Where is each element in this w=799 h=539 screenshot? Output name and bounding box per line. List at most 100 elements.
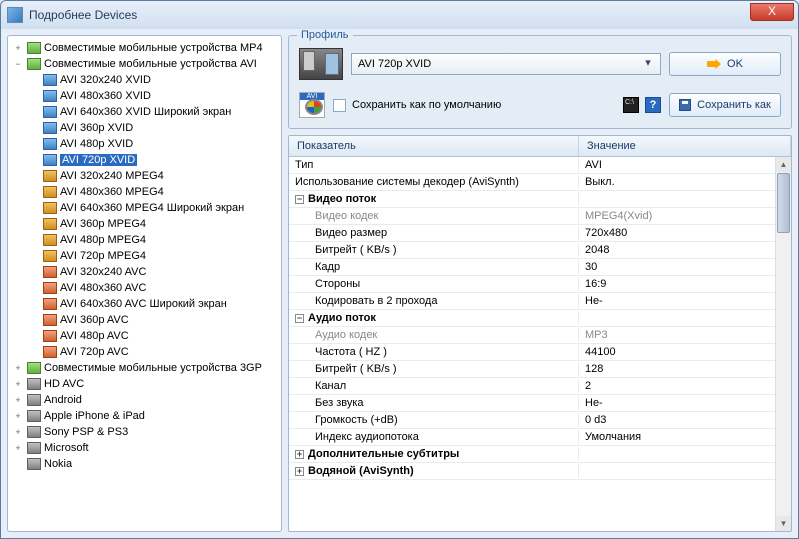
close-button[interactable]: X xyxy=(750,3,794,21)
tree-group[interactable]: − Совместимые мобильные устройства AVI xyxy=(10,56,279,72)
table-body[interactable]: ТипAVIИспользование системы декодер (Avi… xyxy=(289,157,791,531)
group-expander-icon[interactable]: + xyxy=(295,467,304,476)
tree-group[interactable]: +Microsoft xyxy=(10,440,279,456)
property-key: Индекс аудиопотока xyxy=(289,430,579,444)
video-icon xyxy=(43,154,57,166)
video-icon xyxy=(43,202,57,214)
tree-item[interactable]: AVI 640x360 MPEG4 Широкий экран xyxy=(10,200,279,216)
property-value: 2048 xyxy=(579,243,791,257)
tree-label: HD AVC xyxy=(44,378,84,390)
table-row[interactable]: Канал2 xyxy=(289,378,791,395)
table-row[interactable]: Индекс аудиопотокаУмолчания xyxy=(289,429,791,446)
property-value: 0 d3 xyxy=(579,413,791,427)
tree-label: AVI 480x360 XVID xyxy=(60,90,151,102)
table-row[interactable]: Видео кодекMPEG4(Xvid) xyxy=(289,208,791,225)
tree-item[interactable]: AVI 480p XVID xyxy=(10,136,279,152)
tree-item[interactable]: AVI 360p XVID xyxy=(10,120,279,136)
tree-label: AVI 320x240 AVC xyxy=(60,266,146,278)
folder-icon xyxy=(27,42,41,54)
tree-item[interactable]: AVI 480p AVC xyxy=(10,328,279,344)
group-expander-icon[interactable]: − xyxy=(295,314,304,323)
titlebar[interactable]: Подробнее Devices X xyxy=(1,1,798,29)
table-row[interactable]: Стороны16:9 xyxy=(289,276,791,293)
expander-icon[interactable]: − xyxy=(12,59,24,69)
tree-item[interactable]: AVI 480p MPEG4 xyxy=(10,232,279,248)
property-key: Частота ( HZ ) xyxy=(289,345,579,359)
tree-item[interactable]: AVI 720p XVID xyxy=(10,152,279,168)
tree-item[interactable]: AVI 720p MPEG4 xyxy=(10,248,279,264)
expander-icon[interactable]: + xyxy=(12,379,24,389)
tree-group[interactable]: +Sony PSP & PS3 xyxy=(10,424,279,440)
table-row[interactable]: ТипAVI xyxy=(289,157,791,174)
profile-select[interactable]: AVI 720p XVID xyxy=(351,53,661,75)
video-icon xyxy=(43,186,57,198)
tree-item[interactable]: AVI 360p AVC xyxy=(10,312,279,328)
console-icon[interactable] xyxy=(623,97,639,113)
tree-item[interactable]: AVI 320x240 AVC xyxy=(10,264,279,280)
group-expander-icon[interactable]: + xyxy=(295,450,304,459)
ok-button[interactable]: OK xyxy=(669,52,781,76)
help-icon[interactable]: ? xyxy=(645,97,661,113)
save-as-button[interactable]: Сохранить как xyxy=(669,93,781,117)
property-value: MP3 xyxy=(579,328,791,342)
column-value[interactable]: Значение xyxy=(579,136,791,156)
save-default-checkbox[interactable] xyxy=(333,99,346,112)
property-value: 2 xyxy=(579,379,791,393)
table-row[interactable]: Использование системы декодер (AviSynth)… xyxy=(289,174,791,191)
table-row[interactable]: Аудио кодекMP3 xyxy=(289,327,791,344)
right-panel: Профиль AVI 720p XVID OK Сохранить xyxy=(288,35,792,532)
property-key: + Дополнительные субтитры xyxy=(289,447,579,461)
tree-group[interactable]: Nokia xyxy=(10,456,279,472)
tree-label: Совместимые мобильные устройства AVI xyxy=(44,58,257,70)
expander-icon[interactable]: + xyxy=(12,427,24,437)
tree-item[interactable]: AVI 480x360 XVID xyxy=(10,88,279,104)
expander-icon[interactable]: + xyxy=(12,395,24,405)
tree-item[interactable]: AVI 320x240 XVID xyxy=(10,72,279,88)
tree-item[interactable]: AVI 320x240 MPEG4 xyxy=(10,168,279,184)
table-row[interactable]: Битрейт ( KB/s )2048 xyxy=(289,242,791,259)
scroll-up-icon[interactable]: ▲ xyxy=(776,157,791,172)
device-tree[interactable]: +Совместимые мобильные устройства MP4 − Со… xyxy=(7,35,282,532)
video-icon xyxy=(43,314,57,326)
video-icon xyxy=(43,346,57,358)
table-row[interactable]: Кодировать в 2 проходаНе- xyxy=(289,293,791,310)
tree-item[interactable]: AVI 480x360 MPEG4 xyxy=(10,184,279,200)
save-icon xyxy=(679,99,691,111)
video-icon xyxy=(43,282,57,294)
table-row[interactable]: − Видео поток xyxy=(289,191,791,208)
expander-icon[interactable]: + xyxy=(12,443,24,453)
table-row[interactable]: Частота ( HZ )44100 xyxy=(289,344,791,361)
expander-icon[interactable]: + xyxy=(12,411,24,421)
tree-item[interactable]: AVI 480x360 AVC xyxy=(10,280,279,296)
tree-label: AVI 480p AVC xyxy=(60,330,129,342)
tree-group[interactable]: +Совместимые мобильные устройства 3GP xyxy=(10,360,279,376)
tree-group[interactable]: + HD AVC xyxy=(10,376,279,392)
save-default-label: Сохранить как по умолчанию xyxy=(352,99,501,111)
property-value: Умолчания xyxy=(579,430,791,444)
tree-item[interactable]: AVI 640x360 XVID Широкий экран xyxy=(10,104,279,120)
tree-label: AVI 720p XVID xyxy=(60,154,137,166)
property-key: Громкость (+dB) xyxy=(289,413,579,427)
tree-item[interactable]: AVI 360p MPEG4 xyxy=(10,216,279,232)
table-row[interactable]: − Аудио поток xyxy=(289,310,791,327)
scroll-thumb[interactable] xyxy=(777,173,790,233)
table-row[interactable]: + Дополнительные субтитры xyxy=(289,446,791,463)
table-row[interactable]: + Водяной (AviSynth) xyxy=(289,463,791,480)
property-key: − Видео поток xyxy=(289,192,579,206)
table-row[interactable]: Битрейт ( KB/s )128 xyxy=(289,361,791,378)
expander-icon[interactable]: + xyxy=(12,43,24,53)
tree-group[interactable]: +Совместимые мобильные устройства MP4 xyxy=(10,40,279,56)
tree-item[interactable]: AVI 720p AVC xyxy=(10,344,279,360)
table-row[interactable]: Кадр30 xyxy=(289,259,791,276)
table-row[interactable]: Без звукаНе- xyxy=(289,395,791,412)
column-key[interactable]: Показатель xyxy=(289,136,579,156)
scroll-down-icon[interactable]: ▼ xyxy=(776,516,791,531)
table-row[interactable]: Громкость (+dB)0 d3 xyxy=(289,412,791,429)
table-row[interactable]: Видео размер720x480 xyxy=(289,225,791,242)
tree-group[interactable]: +Android xyxy=(10,392,279,408)
expander-icon[interactable]: + xyxy=(12,363,24,373)
group-expander-icon[interactable]: − xyxy=(295,195,304,204)
tree-item[interactable]: AVI 640x360 AVC Широкий экран xyxy=(10,296,279,312)
tree-group[interactable]: +Apple iPhone & iPad xyxy=(10,408,279,424)
vertical-scrollbar[interactable]: ▲ ▼ xyxy=(775,157,791,531)
